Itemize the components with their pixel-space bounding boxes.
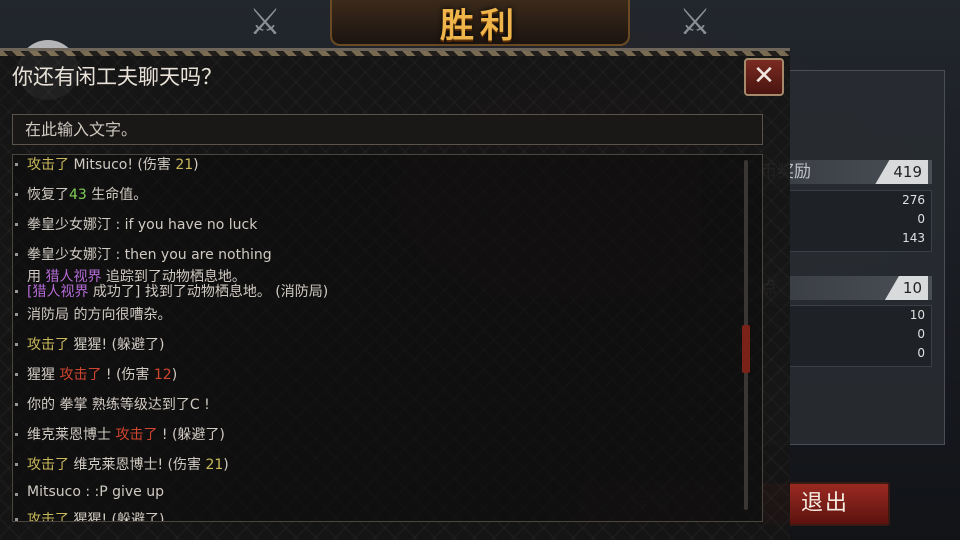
chat-message: 攻击了 猩猩! (躲避了) [14,509,165,522]
chat-dialog: 你还有闲工夫聊天吗？ ✕ 在此输入文字。 攻击了 Mitsuco! (伤害 21… [0,48,790,540]
exp-total: 10 [884,276,928,300]
chat-message: 消防局 的方向很嘈杂。 [14,304,172,324]
chat-message-part: 恢复了 [27,187,69,203]
chat-message-part: ) [193,157,199,173]
close-icon: ✕ [753,61,775,91]
chat-message: 攻击了 猩猩! (躲避了) [14,334,165,354]
chat-message-part: 攻击了 [27,337,69,353]
chat-message-part: 猩猩 [27,367,60,383]
chat-message-part: 维克莱恩博士! (伤害 [69,457,206,473]
chat-message-part: 12 [153,367,172,383]
chat-message-part: 攻击了 [27,512,69,522]
chat-message: 拳皇少女娜汀 : if you have no luck [14,214,258,234]
chat-message: 维克莱恩博士 攻击了 ! (躲避了) [15,424,225,444]
chat-message-part: 拳皇少女娜汀 : if you have no luck [27,217,258,233]
chat-message-part: ! (伤害 [101,367,154,383]
chat-message-part: 43 [69,187,87,203]
chat-message: 攻击了 维克莱恩博士! (伤害 21) [15,454,229,474]
gun-icon: ⚔ [248,2,282,43]
chat-message-part: 攻击了 [59,367,102,383]
gun-icon: ⚔ [678,2,712,43]
chat-message-part: 21 [175,157,194,173]
chat-message: 拳皇少女娜汀 : then you are nothing [15,244,272,264]
chat-message: 恢复了43 生命值。 [14,184,148,204]
close-button[interactable]: ✕ [744,58,784,96]
chat-message-part: 拳皇少女娜汀 : then you are nothing [27,247,272,263]
chat-message-part: Mitsuco : :P give up [27,484,164,500]
chat-message: Mitsuco : :P give up [15,484,164,500]
chat-message-part: 维克莱恩博士 [27,427,116,443]
chat-message: 猩猩 攻击了 ! (伤害 12) [14,364,178,384]
chat-message-part: 攻击了 [27,157,69,173]
chat-input[interactable]: 在此输入文字。 [12,114,763,145]
gold-reward-total: 419 [875,160,928,184]
chat-message-part: 攻击了 [27,457,69,473]
chat-message-part: 消防局 的方向很嘈杂。 [27,307,172,323]
chat-message: 攻击了 Mitsuco! (伤害 21) [15,155,199,174]
chat-scrollbar-thumb[interactable] [742,325,750,373]
chat-log[interactable]: 攻击了 Mitsuco! (伤害 21) 恢复了43 生命值。拳皇少女娜汀 : i… [12,154,763,522]
chat-message-part: Mitsuco! (伤害 [69,157,176,173]
chat-message-part: 猩猩! (躲避了) [69,337,165,353]
victory-title: 胜利 [440,5,520,46]
chat-message: 你的 拳掌 熟练等级达到了C ! [15,394,210,414]
chat-message-part: 你的 拳掌 熟练等级达到了C ! [27,397,210,413]
chat-message-part: 猩猩! (躲避了) [69,512,165,522]
chat-message-part: 生命值。 [86,187,148,203]
chat-message-part: 成功了] 找到了动物栖息地。 (消防局) [88,284,329,300]
chat-message-part: 攻击了 [115,427,158,443]
chat-message: [猎人视界 成功了] 找到了动物栖息地。 (消防局) [14,281,329,301]
victory-banner: 胜利 [330,0,630,46]
chat-message-part: 21 [205,457,224,473]
chat-message-part: ! (躲避了) [157,427,225,443]
chat-title: 你还有闲工夫聊天吗？ [12,65,222,89]
chat-message-part: ) [171,367,178,383]
chat-message-part: ) [223,457,229,473]
chat-message-part: [猎人视界 [27,284,89,300]
